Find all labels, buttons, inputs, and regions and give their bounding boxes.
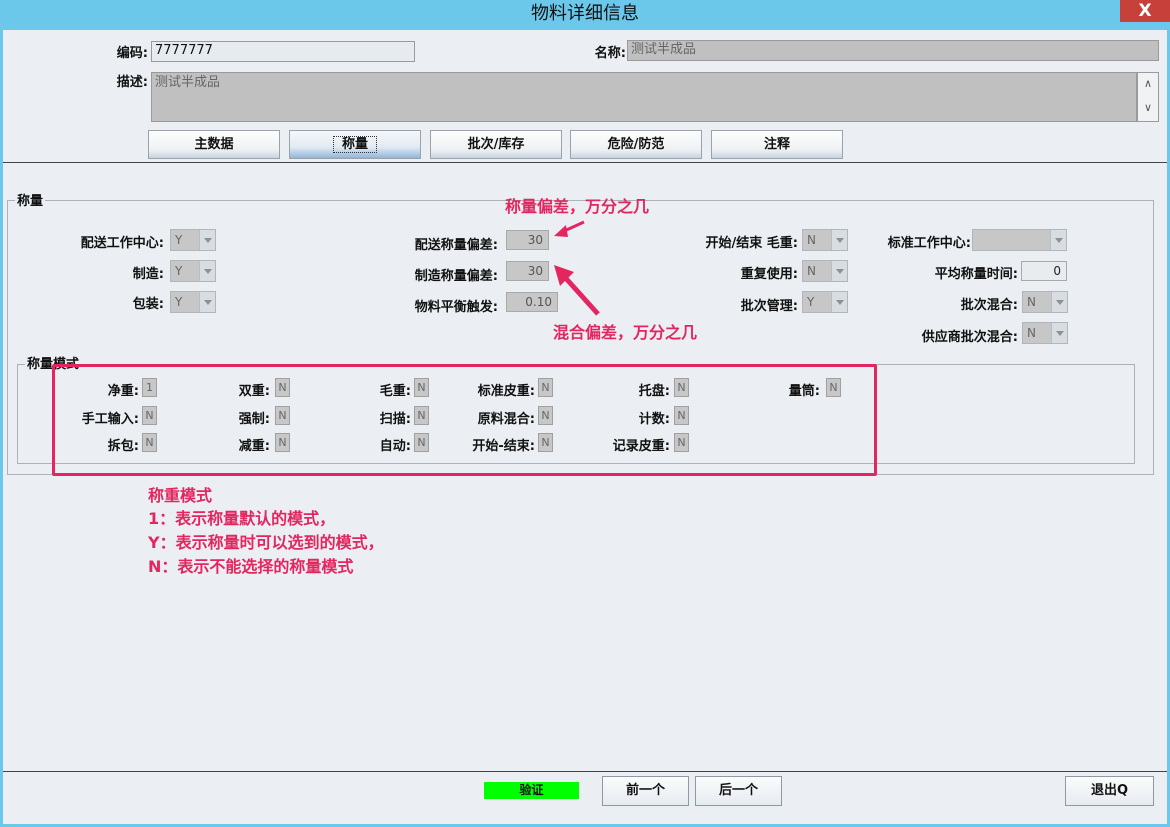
annotation-arrows	[554, 220, 600, 316]
chevron-down-icon	[831, 261, 847, 281]
manufacture-value: Y	[175, 264, 183, 278]
chevron-down-icon	[831, 292, 847, 312]
chevron-down-icon	[1051, 323, 1067, 343]
std-center-select[interactable]	[972, 229, 1067, 251]
dispatch-deviation-label: 配送称量偏差:	[414, 238, 498, 253]
dispatch-center-value: Y	[175, 233, 183, 247]
code-field[interactable]: 7777777	[151, 41, 415, 62]
tab-notes[interactable]: 注释	[711, 130, 843, 159]
name-field[interactable]: 测试半成品	[627, 40, 1159, 61]
chevron-down-icon	[1050, 230, 1066, 250]
tab-divider	[3, 162, 1167, 163]
tab-batch-inventory[interactable]: 批次/库存	[430, 130, 562, 159]
annotation-mode-title: 称重模式	[148, 486, 213, 505]
footer-divider	[3, 771, 1167, 772]
annotation-mode-line-n: N：表示不能选择的称量模式	[148, 557, 354, 576]
dispatch-center-select[interactable]: Y	[170, 229, 216, 251]
avg-time-field[interactable]: 0	[1021, 261, 1067, 281]
manufacture-label: 制造:	[132, 267, 164, 282]
arrow-to-dispatch-icon	[554, 220, 585, 237]
scroll-up-icon[interactable]: ∧	[1138, 73, 1158, 97]
reuse-label: 重复使用:	[740, 267, 798, 282]
batch-management-select[interactable]: Y	[802, 291, 848, 313]
tab-weighing[interactable]: 称量	[289, 130, 421, 159]
tab-weighing-label: 称量	[332, 136, 377, 153]
chevron-down-icon	[199, 230, 215, 250]
chevron-down-icon	[199, 292, 215, 312]
start-end-gross-label: 开始/结束 毛重:	[705, 236, 798, 251]
annotation-mode-line-1: 1：表示称量默认的模式，	[148, 509, 336, 528]
package-label: 包装:	[132, 297, 164, 312]
balance-trigger-label: 物料平衡触发:	[414, 300, 498, 315]
scroll-down-icon[interactable]: ∨	[1138, 97, 1158, 121]
batch-management-value: Y	[807, 295, 815, 309]
supplier-batch-mix-select[interactable]: N	[1022, 322, 1068, 344]
start-end-gross-select[interactable]: N	[802, 229, 848, 251]
supplier-batch-mix-value: N	[1027, 326, 1036, 340]
desc-field[interactable]: 测试半成品	[151, 72, 1137, 122]
tab-hazard[interactable]: 危险/防范	[570, 130, 702, 159]
dispatch-center-label: 配送工作中心:	[80, 236, 164, 251]
close-button[interactable]: X	[1120, 0, 1170, 22]
batch-mix-select[interactable]: N	[1022, 291, 1068, 313]
chevron-down-icon	[831, 230, 847, 250]
chevron-down-icon	[199, 261, 215, 281]
desc-scrollbar[interactable]: ∧ ∨	[1137, 72, 1159, 122]
manufacture-deviation-label: 制造称量偏差:	[414, 269, 498, 284]
desc-label: 描述:	[116, 75, 148, 90]
verify-indicator: 验证	[484, 782, 579, 799]
exit-button[interactable]: 退出Q	[1065, 776, 1154, 806]
supplier-batch-mix-label: 供应商批次混合:	[921, 330, 1018, 345]
next-button[interactable]: 后一个	[695, 776, 782, 806]
annotation-mode-line-y: Y：表示称量时可以选到的模式，	[148, 533, 384, 552]
start-end-gross-value: N	[807, 233, 816, 247]
batch-management-label: 批次管理:	[740, 299, 798, 314]
reuse-select[interactable]: N	[802, 260, 848, 282]
highlight-box	[52, 364, 877, 476]
weighing-legend: 称量	[15, 190, 46, 209]
avg-time-label: 平均称量时间:	[934, 267, 1018, 282]
arrow-to-manufacture-icon	[554, 265, 600, 316]
code-label: 编码:	[116, 46, 148, 61]
package-value: Y	[175, 295, 183, 309]
package-select[interactable]: Y	[170, 291, 216, 313]
batch-mix-label: 批次混合:	[960, 298, 1018, 313]
std-center-label: 标准工作中心:	[887, 236, 971, 251]
batch-mix-value: N	[1027, 295, 1036, 309]
chevron-down-icon	[1051, 292, 1067, 312]
previous-button[interactable]: 前一个	[602, 776, 689, 806]
name-label: 名称:	[594, 46, 626, 61]
manufacture-select[interactable]: Y	[170, 260, 216, 282]
window-title: 物料详细信息	[531, 3, 639, 24]
reuse-value: N	[807, 264, 816, 278]
tab-main-data[interactable]: 主数据	[148, 130, 280, 159]
